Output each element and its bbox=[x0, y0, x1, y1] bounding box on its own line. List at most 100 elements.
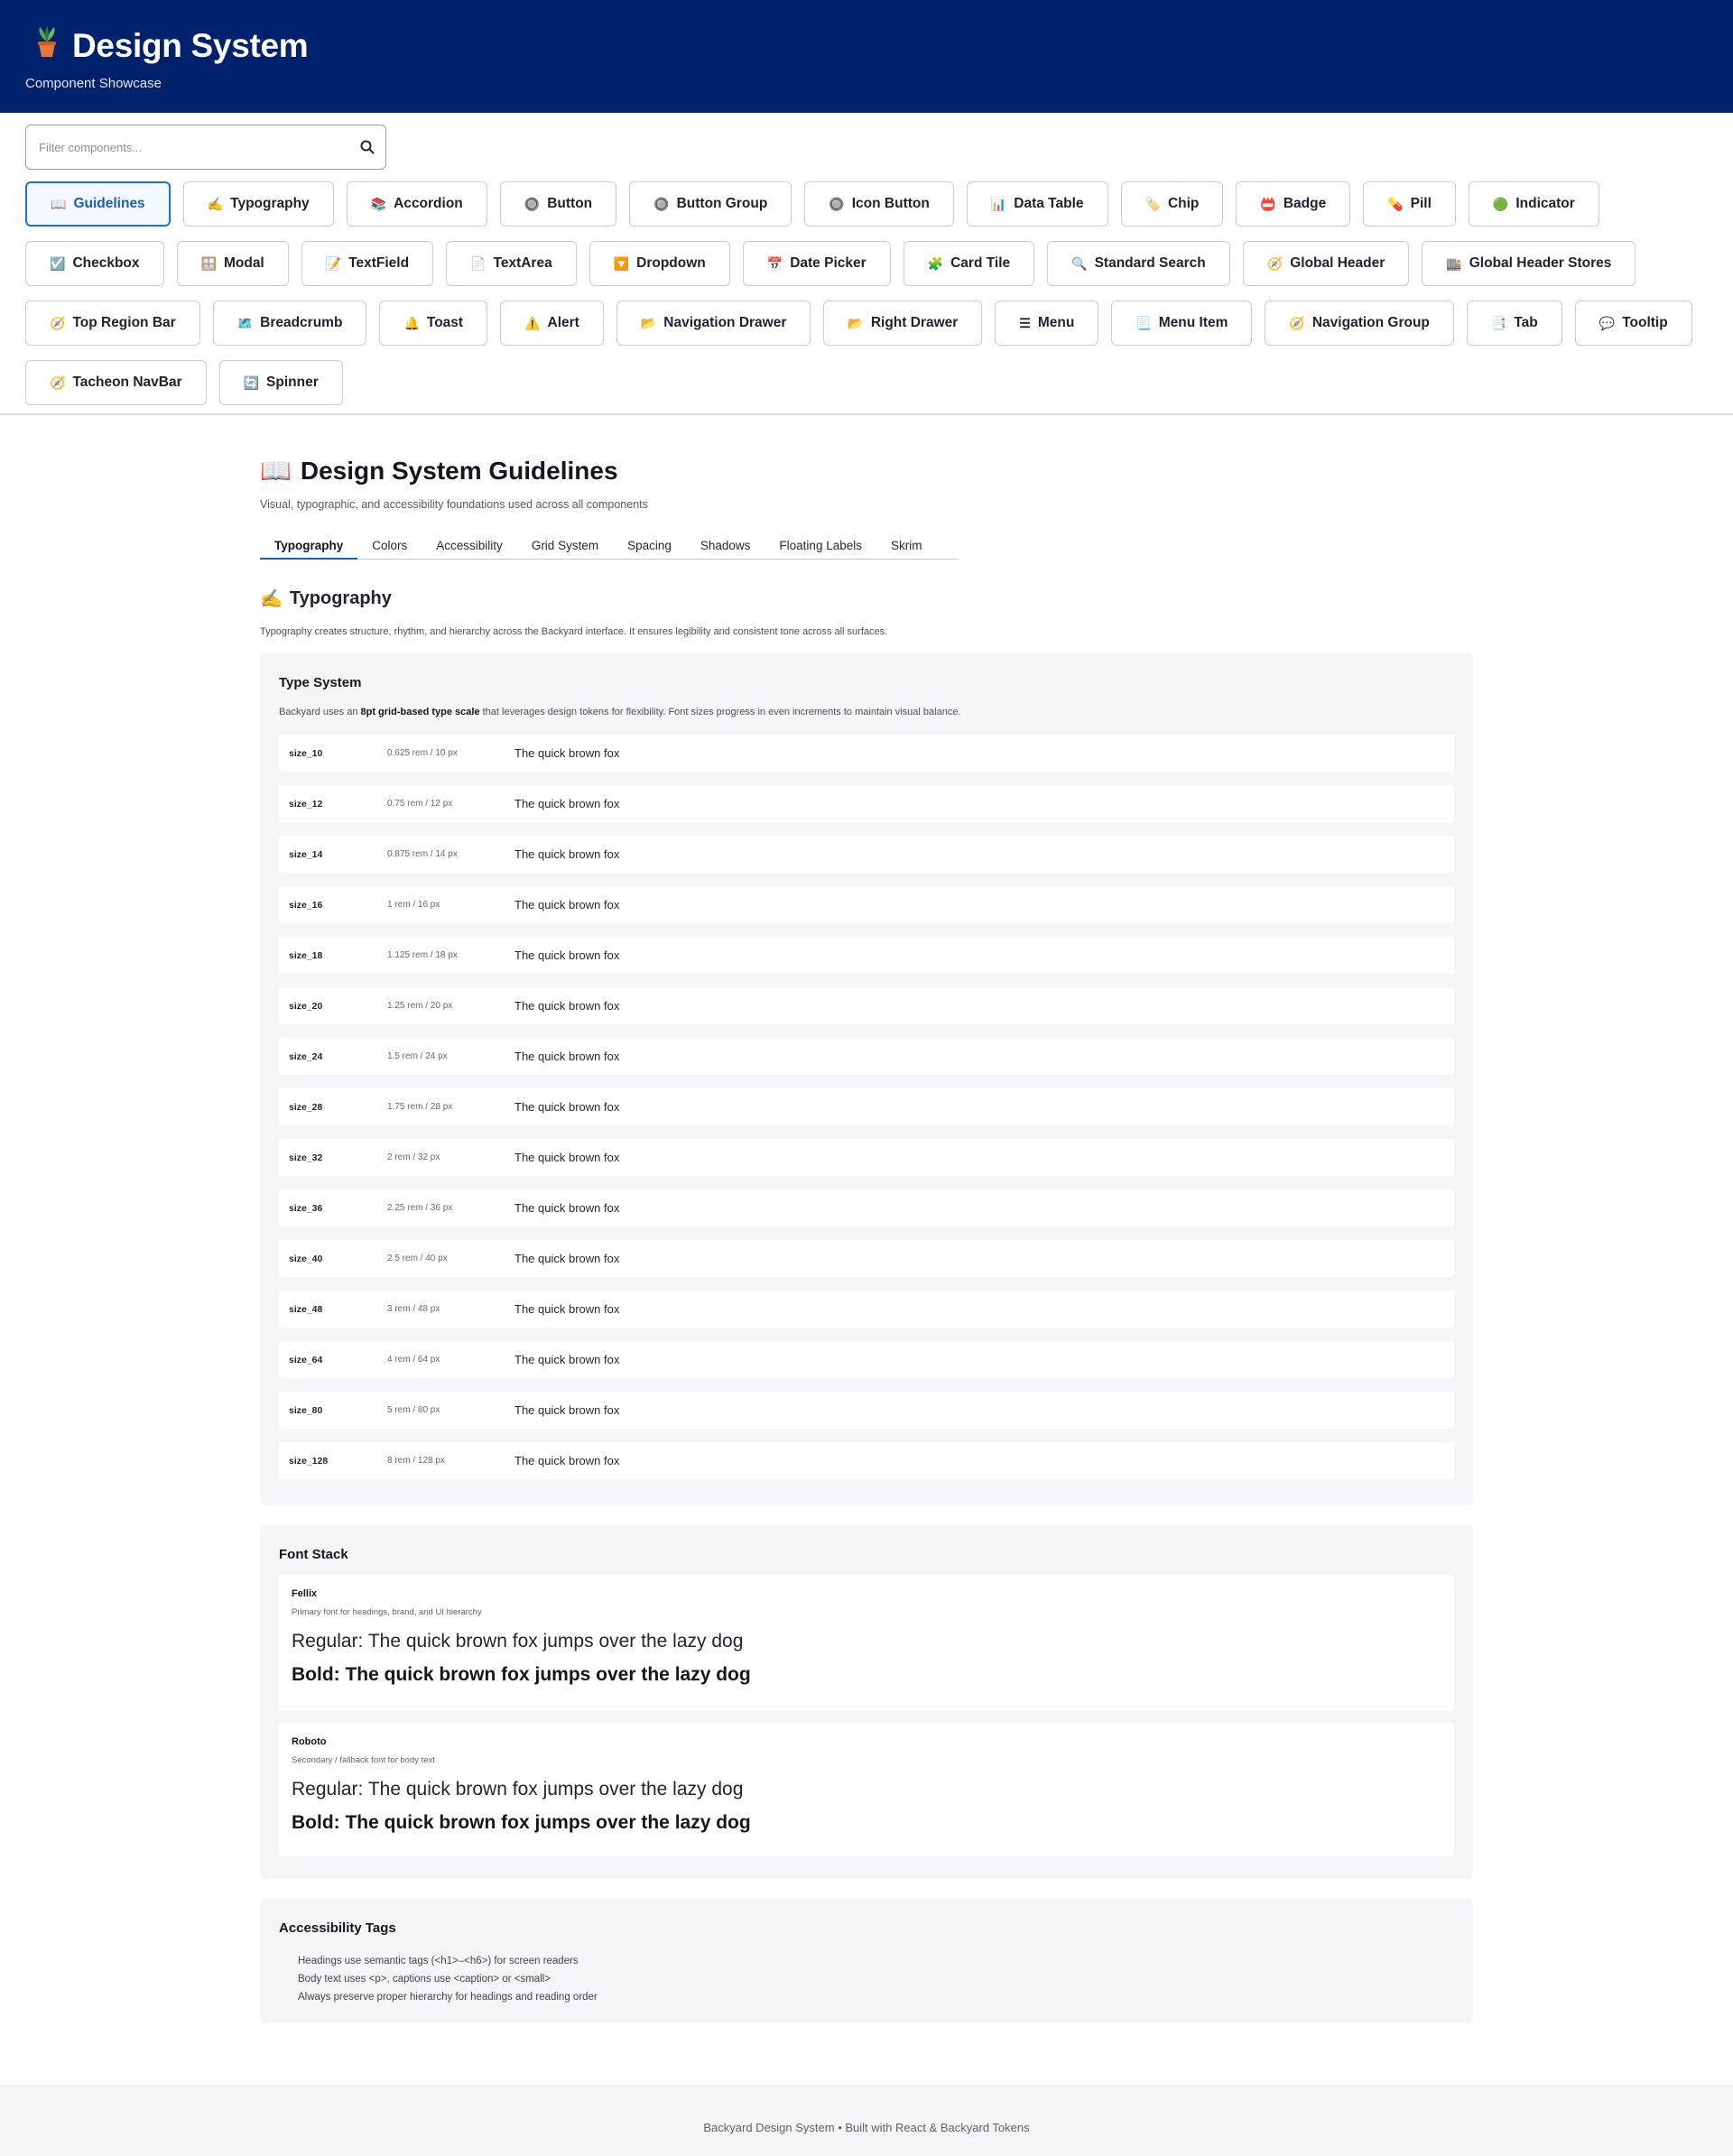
font-stack-card: Font Stack Fellix Primary font for headi… bbox=[260, 1525, 1473, 1879]
size-token-value: 1 rem / 16 px bbox=[387, 900, 440, 910]
tab-spacing[interactable]: Spacing bbox=[613, 537, 686, 560]
type-system-description: Backyard uses an 8pt grid-based type sca… bbox=[279, 707, 961, 717]
font-item-roboto: Roboto Secondary / fallback font for bod… bbox=[279, 1723, 1454, 1856]
component-button-standard-search[interactable]: 🔍 Standard Search bbox=[1047, 241, 1230, 286]
component-button-menu-item[interactable]: 📃 Menu Item bbox=[1111, 301, 1253, 346]
size-sample-text: The quick brown fox bbox=[514, 1050, 620, 1063]
accessibility-tags-card: Accessibility Tags Headings use semantic… bbox=[260, 1899, 1473, 2023]
component-button-button[interactable]: 🔘 Button bbox=[499, 181, 617, 227]
component-button-indicator[interactable]: 🟢 Indicator bbox=[1468, 181, 1599, 227]
checkbox-icon: ☑️ bbox=[50, 256, 66, 271]
size-sample-text: The quick brown fox bbox=[514, 1353, 620, 1366]
font-bold-sample: Bold: The quick brown fox jumps over the… bbox=[292, 1664, 751, 1685]
component-button-tacheon-navbar[interactable]: 🧭 Tacheon NavBar bbox=[25, 360, 207, 405]
component-button-guidelines[interactable]: 📖 Guidelines bbox=[25, 181, 171, 227]
tab-skrim[interactable]: Skrim bbox=[876, 537, 937, 560]
component-button-global-header[interactable]: 🧭 Global Header bbox=[1242, 241, 1410, 286]
component-button-label: Top Region Bar bbox=[72, 315, 176, 330]
component-button-textarea[interactable]: 📄 TextArea bbox=[446, 241, 577, 286]
typography-icon: ✍️ bbox=[207, 197, 224, 211]
badge-icon: 📛 bbox=[1260, 197, 1276, 211]
component-button-label: Tooltip bbox=[1622, 315, 1668, 330]
size-sample-text: The quick brown fox bbox=[514, 898, 620, 911]
component-button-button-group[interactable]: 🔘 Button Group bbox=[629, 181, 792, 227]
size-token-name: size_128 bbox=[289, 1455, 329, 1467]
component-button-dropdown[interactable]: 🔽 Dropdown bbox=[588, 241, 730, 286]
component-button-tooltip[interactable]: 💬 Tooltip bbox=[1574, 301, 1692, 346]
main-content: 📖 Design System Guidelines Visual, typog… bbox=[260, 456, 1473, 2023]
component-button-label: Button bbox=[547, 196, 593, 211]
spinner-icon: 🔄 bbox=[243, 375, 260, 390]
tab-accessibility[interactable]: Accessibility bbox=[422, 537, 517, 560]
tab-shadows[interactable]: Shadows bbox=[686, 537, 765, 560]
component-button-label: Typography bbox=[230, 196, 310, 211]
tab-icon: 📑 bbox=[1490, 316, 1507, 330]
navigation-group-icon: 🧭 bbox=[1289, 316, 1305, 330]
component-button-data-table[interactable]: 📊 Data Table bbox=[966, 181, 1108, 227]
tab-grid-system[interactable]: Grid System bbox=[517, 537, 613, 560]
component-button-navigation-group[interactable]: 🧭 Navigation Group bbox=[1265, 301, 1454, 346]
component-button-label: Menu bbox=[1037, 315, 1075, 330]
type-system-title: Type System bbox=[279, 675, 362, 690]
component-button-chip[interactable]: 🏷️ Chip bbox=[1120, 181, 1224, 227]
size-sample-text: The quick brown fox bbox=[514, 746, 620, 760]
size-sample-text: The quick brown fox bbox=[514, 797, 620, 810]
component-button-top-region-bar[interactable]: 🧭 Top Region Bar bbox=[25, 301, 200, 346]
component-button-global-header-stores[interactable]: 🏬 Global Header Stores bbox=[1422, 241, 1636, 286]
type-scale-row: size_14 0.875 rem / 14 px The quick brown … bbox=[279, 836, 1454, 873]
component-button-alert[interactable]: ⚠️ Alert bbox=[500, 301, 604, 346]
component-button-breadcrumb[interactable]: 🗺️ Breadcrumb bbox=[212, 301, 367, 346]
chip-icon: 🏷️ bbox=[1145, 197, 1161, 211]
modal-icon: 🪟 bbox=[200, 256, 217, 271]
component-button-label: Standard Search bbox=[1094, 255, 1206, 271]
component-button-textfield[interactable]: 📝 TextField bbox=[301, 241, 434, 286]
search-icon[interactable] bbox=[349, 140, 385, 154]
tacheon-navbar-icon: 🧭 bbox=[50, 375, 66, 390]
plant-logo-icon bbox=[32, 25, 61, 66]
component-button-date-picker[interactable]: 📅 Date Picker bbox=[742, 241, 891, 286]
component-button-right-drawer[interactable]: 📂 Right Drawer bbox=[823, 301, 983, 346]
type-scale-row: size_18 1.125 rem / 18 px The quick brown … bbox=[279, 937, 1454, 974]
size-sample-text: The quick brown fox bbox=[514, 1100, 620, 1114]
standard-search-icon: 🔍 bbox=[1071, 256, 1088, 271]
size-token-value: 8 rem / 128 px bbox=[387, 1456, 445, 1466]
component-button-navigation-drawer[interactable]: 📂 Navigation Drawer bbox=[616, 301, 811, 346]
component-button-toast[interactable]: 🔔 Toast bbox=[379, 301, 488, 346]
component-button-pill[interactable]: 💊 Pill bbox=[1363, 181, 1456, 227]
breadcrumb-icon: 🗺️ bbox=[236, 316, 254, 330]
type-scale-row: size_128 8 rem / 128 px The quick brown fo… bbox=[279, 1442, 1454, 1479]
size-token-name: size_18 bbox=[289, 949, 323, 961]
filter-input[interactable] bbox=[26, 125, 349, 169]
accordion-icon: 📚 bbox=[370, 197, 387, 211]
component-button-checkbox[interactable]: ☑️ Checkbox bbox=[25, 241, 164, 286]
font-name: Fellix bbox=[292, 1588, 318, 1599]
size-token-value: 2 rem / 32 px bbox=[387, 1152, 440, 1162]
font-name: Roboto bbox=[292, 1736, 327, 1747]
type-scale-row: size_48 3 rem / 48 px The quick brown fox bbox=[279, 1291, 1454, 1328]
component-button-label: Right Drawer bbox=[870, 315, 959, 330]
component-button-spinner[interactable]: 🔄 Spinner bbox=[218, 360, 343, 405]
dropdown-icon: 🔽 bbox=[613, 256, 630, 271]
component-button-menu[interactable]: ☰ Menu bbox=[995, 301, 1099, 346]
component-button-typography[interactable]: ✍️ Typography bbox=[182, 181, 334, 227]
tab-colors[interactable]: Colors bbox=[357, 537, 422, 560]
right-drawer-icon: 📂 bbox=[848, 316, 864, 330]
component-button-modal[interactable]: 🪟 Modal bbox=[176, 241, 289, 286]
type-scale-row: size_32 2 rem / 32 px The quick brown fox bbox=[279, 1139, 1454, 1176]
component-button-card-tile[interactable]: 🧩 Card Tile bbox=[903, 241, 1035, 286]
component-button-label: Date Picker bbox=[790, 255, 866, 271]
size-token-name: size_32 bbox=[289, 1152, 323, 1163]
font-item-fellix: Fellix Primary font for headings, brand,… bbox=[279, 1575, 1454, 1710]
tab-floating-labels[interactable]: Floating Labels bbox=[765, 537, 876, 560]
tab-typography[interactable]: Typography bbox=[260, 537, 358, 560]
component-button-badge[interactable]: 📛 Badge bbox=[1236, 181, 1351, 227]
component-button-tab[interactable]: 📑 Tab bbox=[1466, 301, 1562, 346]
font-description: Primary font for headings, brand, and UI… bbox=[292, 1607, 482, 1617]
component-button-accordion[interactable]: 📚 Accordion bbox=[346, 181, 487, 227]
size-sample-text: The quick brown fox bbox=[514, 1252, 620, 1265]
alert-icon: ⚠️ bbox=[524, 316, 541, 330]
app-title-text: Design System bbox=[72, 26, 309, 64]
component-button-label: Indicator bbox=[1515, 196, 1575, 211]
component-button-icon-button[interactable]: 🔘 Icon Button bbox=[804, 181, 954, 227]
list-item: Always preserve proper hierarchy for hea… bbox=[298, 1992, 598, 2003]
